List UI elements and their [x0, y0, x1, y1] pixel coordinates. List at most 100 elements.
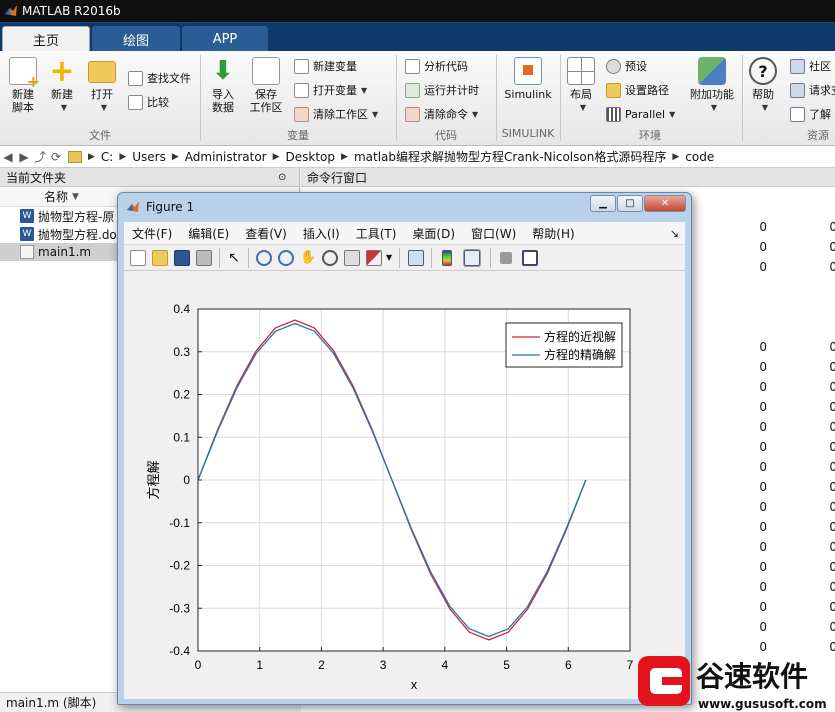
matlab-logo-icon	[5, 5, 17, 16]
menu-insert[interactable]: 插入(I)	[295, 225, 348, 242]
breadcrumb-desktop[interactable]: Desktop	[282, 150, 340, 164]
data-cursor-icon[interactable]	[344, 250, 360, 266]
close-button[interactable]: ✕	[644, 195, 686, 212]
zoom-out-icon[interactable]	[278, 250, 294, 266]
group-label-environment: 环境	[639, 129, 661, 142]
open-button[interactable]: 打开 ▼	[86, 57, 118, 114]
chevron-right-icon: ▶	[341, 151, 348, 162]
menu-window[interactable]: 窗口(W)	[463, 225, 524, 242]
chevron-down-icon[interactable]: ▼	[386, 253, 392, 262]
run-and-time-button[interactable]: 运行并计时	[405, 81, 479, 99]
analyze-code-label: 分析代码	[424, 60, 468, 73]
menu-file[interactable]: 文件(F)	[124, 225, 180, 242]
menu-desktop[interactable]: 桌面(D)	[404, 225, 463, 242]
new-variable-icon	[294, 58, 309, 74]
x-axis-label: x	[411, 677, 418, 692]
set-path-button[interactable]: 设置路径	[606, 81, 669, 99]
open-file-icon[interactable]	[152, 250, 168, 266]
community-icon	[790, 58, 805, 74]
save-icon[interactable]	[174, 250, 190, 266]
output-value: 0	[759, 480, 767, 494]
current-folder-header: 当前文件夹 ⊙	[0, 168, 299, 187]
analyze-code-button[interactable]: 分析代码	[405, 57, 468, 75]
new-script-button[interactable]: + 新建 脚本	[6, 57, 40, 114]
matlab-logo-icon	[127, 200, 139, 212]
breadcrumb-drive[interactable]: C:	[97, 150, 117, 164]
figure-canvas: 0 1 2 3 4 5 6 7 -0.4 -0.3 -0.2 -0.1 0 0.1 0.2 0.3 0.4 x …	[124, 271, 685, 699]
menu-tools[interactable]: 工具(T)	[348, 225, 405, 242]
chevron-down-icon: ▼	[472, 109, 479, 119]
add-ons-button[interactable]: 附加功能 ▼	[686, 57, 738, 114]
watermark-brand: 谷速软件	[696, 660, 808, 693]
new-variable-button[interactable]: 新建变量	[294, 57, 357, 75]
clear-commands-button[interactable]: 清除命令 ▼	[405, 105, 478, 123]
breadcrumb-project[interactable]: matlab编程求解抛物型方程Crank-Nicolson格式源码程序	[350, 148, 670, 165]
address-bar: ◀ ▶ ⤴ ⟳ ▶ C: ▶ Users ▶ Administrator ▶ D…	[0, 146, 835, 168]
tab-apps[interactable]: APP	[182, 26, 268, 52]
compare-button[interactable]: 比较	[128, 93, 169, 111]
forward-arrow-icon[interactable]: ▶	[16, 150, 32, 164]
colorbar-icon[interactable]	[442, 250, 452, 266]
panel-menu-icon[interactable]: ⊙	[278, 172, 286, 183]
tab-home[interactable]: 主页	[2, 26, 90, 52]
print-icon[interactable]	[196, 250, 212, 266]
rotate-3d-icon[interactable]	[322, 250, 338, 266]
file-name: 抛物型方程-原	[38, 209, 115, 224]
layout-button[interactable]: 布局 ▼	[566, 57, 596, 114]
menu-edit[interactable]: 编辑(E)	[180, 225, 237, 242]
output-value: 0	[829, 620, 835, 634]
preferences-button[interactable]: 预设	[606, 57, 647, 75]
legend[interactable]: 方程的近视解方程的精确解	[505, 322, 623, 368]
menu-view[interactable]: 查看(V)	[237, 225, 295, 242]
new-variable-label: 新建变量	[313, 60, 357, 73]
compare-label: 比较	[147, 96, 169, 109]
help-icon: ?	[749, 57, 777, 85]
back-arrow-icon[interactable]: ◀	[0, 150, 16, 164]
open-variable-button[interactable]: 打开变量 ▼	[294, 81, 367, 99]
community-button[interactable]: 社区	[790, 57, 831, 75]
new-figure-icon[interactable]	[130, 250, 146, 266]
zoom-in-icon[interactable]	[256, 250, 272, 266]
simulink-button[interactable]: Simulink	[502, 57, 554, 101]
help-button[interactable]: ? 帮助 ▼	[748, 57, 778, 114]
pointer-icon[interactable]: ↖	[226, 250, 242, 266]
legend-icon[interactable]	[463, 249, 481, 267]
menu-help[interactable]: 帮助(H)	[524, 225, 582, 242]
toolbar-divider	[490, 248, 491, 268]
add-ons-label: 附加功能	[690, 88, 734, 101]
open-variable-label: 打开变量	[313, 84, 357, 97]
find-files-button[interactable]: 查找文件	[128, 69, 191, 87]
browse-folder-icon[interactable]: ⟳	[48, 150, 64, 164]
learn-button[interactable]: 了解	[790, 105, 831, 123]
show-tools-icon[interactable]	[522, 250, 538, 266]
output-value: 0	[829, 260, 835, 274]
breadcrumb-administrator[interactable]: Administrator	[181, 150, 271, 164]
clear-workspace-button[interactable]: 清除工作区 ▼	[294, 105, 378, 123]
request-support-button[interactable]: 请求支	[790, 81, 835, 99]
import-data-button[interactable]: ⬇ 导入 数据	[206, 57, 240, 115]
hide-tools-icon[interactable]	[500, 252, 512, 264]
link-plot-icon[interactable]	[408, 250, 424, 266]
output-value: 0	[829, 240, 835, 254]
dock-arrow-icon[interactable]: ↘	[670, 227, 679, 240]
sort-down-icon: ▼	[72, 191, 79, 202]
breadcrumb-code[interactable]: code	[681, 150, 718, 164]
output-value: 0	[759, 440, 767, 454]
save-workspace-button[interactable]: 保存 工作区	[246, 57, 286, 114]
new-button[interactable]: + 新建 ▼	[46, 56, 78, 114]
output-value: 0	[829, 560, 835, 574]
brush-icon[interactable]	[366, 250, 382, 266]
maximize-button[interactable]: □	[617, 195, 643, 212]
figure-toolbar: ↖ ✋ ▼	[124, 244, 685, 271]
group-label-variable: 变量	[287, 129, 309, 142]
breadcrumb-users[interactable]: Users	[128, 150, 170, 164]
up-folder-icon[interactable]: ⤴	[32, 148, 48, 165]
minimize-button[interactable]: ▁	[590, 195, 616, 212]
toolbar-divider	[248, 248, 249, 268]
tab-plots[interactable]: 绘图	[92, 26, 180, 52]
matlab-desktop: MATLAB R2016b 主页 绘图 APP + 新建 脚本 + 新建 ▼ 打…	[0, 0, 835, 712]
parallel-button[interactable]: Parallel ▼	[606, 105, 675, 123]
pan-hand-icon[interactable]: ✋	[300, 250, 316, 266]
output-value: 0	[759, 460, 767, 474]
x-tick-label: 0	[195, 658, 202, 672]
